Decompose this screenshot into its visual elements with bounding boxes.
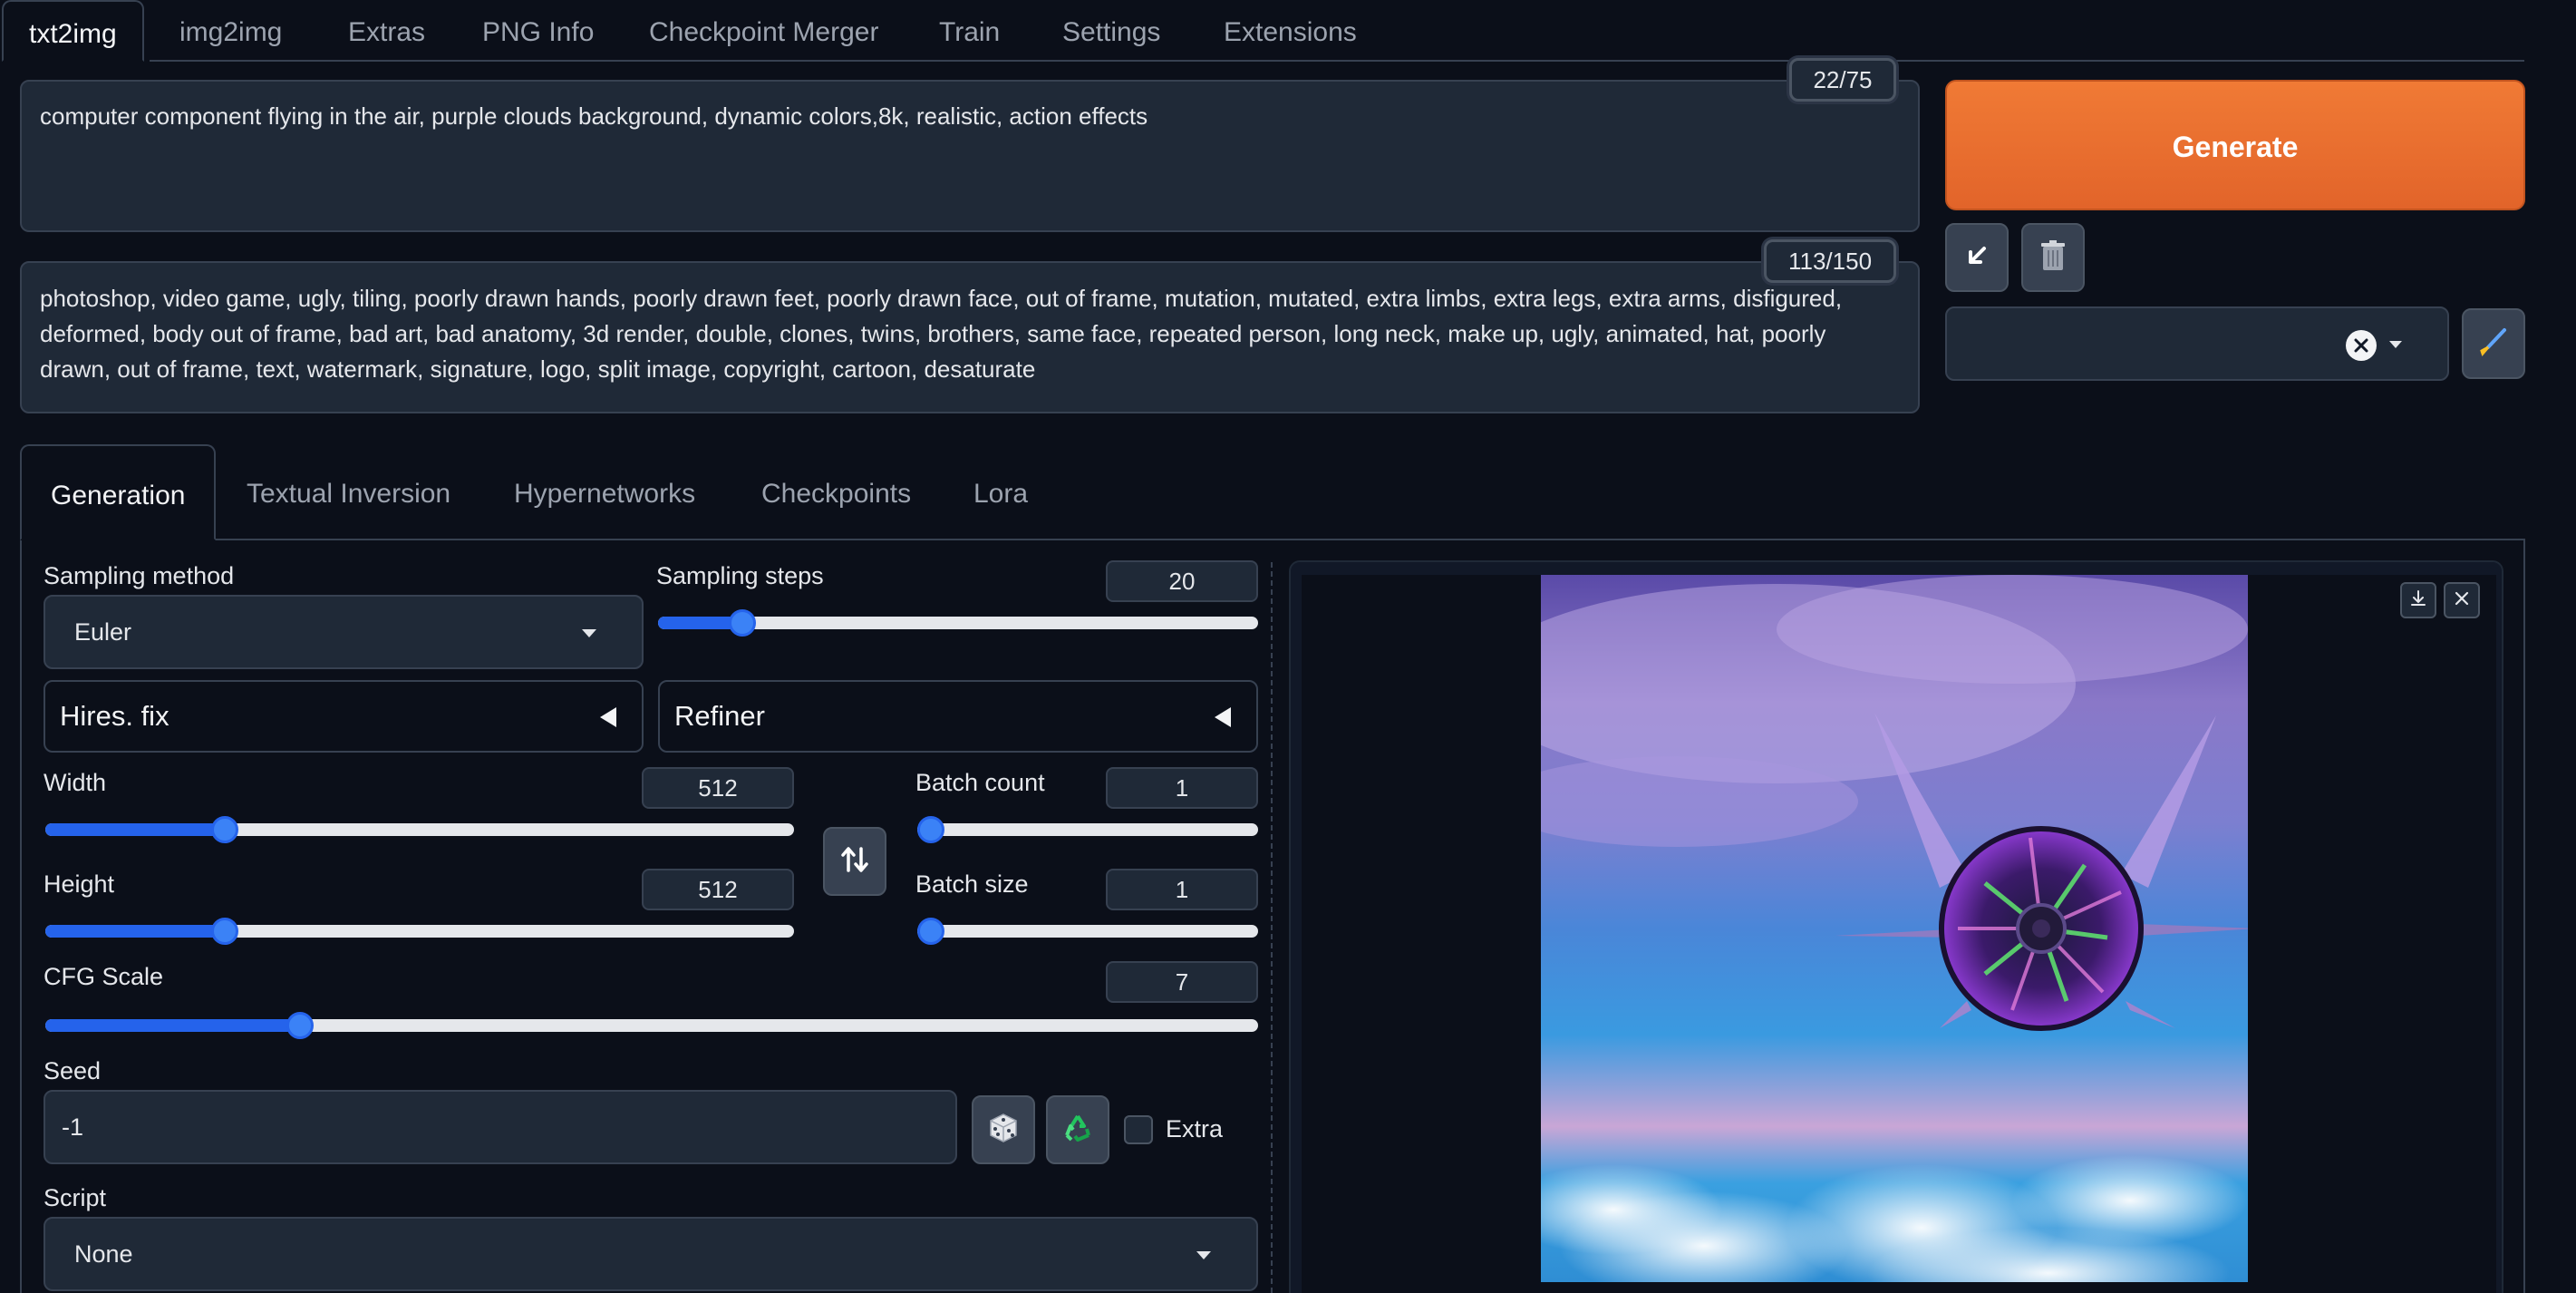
generated-image[interactable] <box>1541 575 2248 1282</box>
width-slider[interactable] <box>45 816 794 843</box>
extra-seed-label: Extra <box>1166 1115 1224 1142</box>
cfg-scale-label: CFG Scale <box>44 963 164 990</box>
tab-lora[interactable]: Lora <box>973 444 1028 540</box>
seed-input[interactable]: -1 <box>44 1090 957 1164</box>
height-slider[interactable] <box>45 918 794 945</box>
styles-dropdown[interactable] <box>1945 306 2449 381</box>
chevron-down-icon <box>582 629 596 637</box>
clear-x-icon[interactable] <box>2346 330 2377 361</box>
download-icon <box>2408 588 2428 613</box>
extra-seed-checkbox[interactable] <box>1124 1115 1153 1144</box>
height-label: Height <box>44 870 115 898</box>
batch-size-input[interactable]: 1 <box>1106 869 1258 910</box>
column-divider <box>1271 562 1273 1293</box>
close-icon <box>2452 588 2472 613</box>
triangle-left-icon <box>600 707 616 727</box>
negative-prompt-textarea[interactable]: photoshop, video game, ugly, tiling, poo… <box>20 261 1920 413</box>
hires-fix-label: Hires. fix <box>60 700 169 732</box>
width-label: Width <box>44 769 107 796</box>
tab-extras[interactable]: Extras <box>348 0 425 62</box>
sampling-steps-label: Sampling steps <box>656 562 824 589</box>
tab-txt2img[interactable]: txt2img <box>2 0 144 62</box>
main-tabs: txt2img img2img Extras PNG Info Checkpoi… <box>0 0 2576 62</box>
random-seed-button[interactable] <box>972 1095 1035 1164</box>
slider-fill <box>45 823 226 836</box>
dice-icon <box>987 1112 1020 1149</box>
tab-hypernetworks[interactable]: Hypernetworks <box>514 444 695 540</box>
refiner-accordion[interactable]: Refiner <box>658 680 1258 753</box>
reuse-seed-button[interactable] <box>1046 1095 1109 1164</box>
swap-dimensions-button[interactable] <box>823 827 886 896</box>
sampling-method-label: Sampling method <box>44 562 235 589</box>
sampling-method-dropdown[interactable]: Euler <box>44 595 644 669</box>
slider-thumb[interactable] <box>728 609 756 637</box>
download-button[interactable] <box>2400 582 2436 618</box>
generate-button[interactable]: Generate <box>1945 80 2525 210</box>
batch-size-slider[interactable] <box>917 918 1258 945</box>
tab-checkpoint-merger[interactable]: Checkpoint Merger <box>649 0 878 62</box>
clear-prompt-button[interactable] <box>2021 223 2085 292</box>
tab-png-info[interactable]: PNG Info <box>482 0 594 62</box>
tab-train[interactable]: Train <box>939 0 1000 62</box>
chevron-down-icon <box>1196 1251 1211 1259</box>
batch-count-label: Batch count <box>915 769 1045 796</box>
slider-thumb[interactable] <box>917 816 944 843</box>
tab-settings[interactable]: Settings <box>1062 0 1160 62</box>
refiner-label: Refiner <box>674 700 765 732</box>
slider-fill <box>45 925 226 938</box>
close-preview-button[interactable] <box>2444 582 2480 618</box>
script-label: Script <box>44 1184 107 1211</box>
tab-textual-inversion[interactable]: Textual Inversion <box>247 444 450 540</box>
apply-style-button[interactable] <box>2462 308 2525 379</box>
batch-size-label: Batch size <box>915 870 1029 898</box>
chevron-down-icon <box>2389 341 2402 348</box>
arrow-down-left-icon <box>1962 241 1991 275</box>
batch-count-input[interactable]: 1 <box>1106 767 1258 809</box>
tab-img2img[interactable]: img2img <box>179 0 282 62</box>
tab-extensions[interactable]: Extensions <box>1224 0 1357 62</box>
width-input[interactable]: 512 <box>642 767 794 809</box>
slider-fill <box>45 1019 300 1032</box>
recycle-icon <box>1062 1113 1093 1148</box>
trash-icon <box>2038 239 2068 277</box>
slider-thumb[interactable] <box>917 918 944 945</box>
negative-prompt-token-counter: 113/150 <box>1764 239 1896 283</box>
height-input[interactable]: 512 <box>642 869 794 910</box>
seed-label: Seed <box>44 1057 102 1084</box>
cfg-scale-slider[interactable] <box>45 1012 1258 1039</box>
prompt-token-counter: 22/75 <box>1789 58 1896 102</box>
paintbrush-icon <box>2477 326 2510 363</box>
tab-generation[interactable]: Generation <box>20 444 217 540</box>
cfg-scale-input[interactable]: 7 <box>1106 961 1258 1003</box>
script-dropdown[interactable]: None <box>44 1217 1258 1291</box>
read-params-button[interactable] <box>1945 223 2009 292</box>
slider-thumb[interactable] <box>286 1012 314 1039</box>
tab-checkpoints[interactable]: Checkpoints <box>761 444 911 540</box>
swap-icon <box>838 843 871 880</box>
sampling-steps-slider[interactable] <box>658 609 1258 637</box>
batch-count-slider[interactable] <box>917 816 1258 843</box>
sampling-method-value: Euler <box>74 618 132 646</box>
sampling-steps-input[interactable]: 20 <box>1106 560 1258 602</box>
prompt-textarea[interactable]: computer component flying in the air, pu… <box>20 80 1920 232</box>
hires-fix-accordion[interactable]: Hires. fix <box>44 680 644 753</box>
triangle-left-icon <box>1215 707 1231 727</box>
script-value: None <box>74 1240 133 1268</box>
